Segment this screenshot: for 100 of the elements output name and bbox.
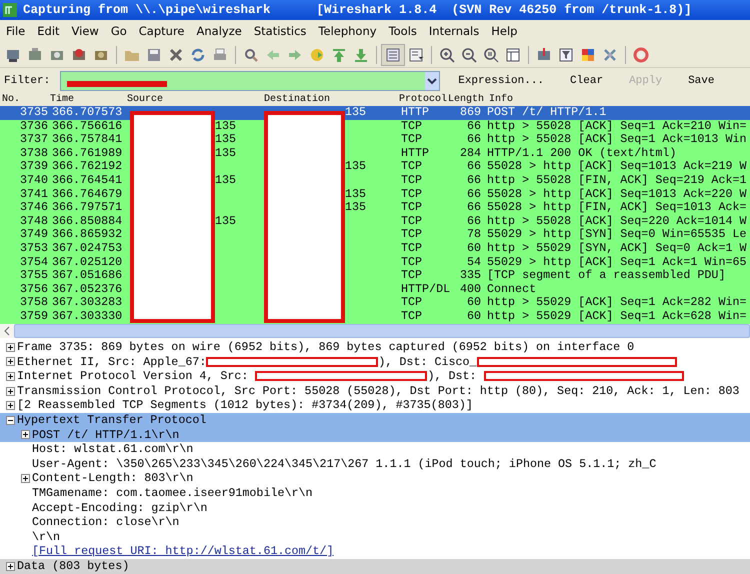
column-header[interactable]: Info: [487, 94, 750, 106]
expand-icon[interactable]: [20, 430, 30, 440]
table-cell-text: TCP: [400, 256, 424, 270]
tree-text: Content-Length: 803\r\n: [32, 471, 194, 486]
expand-icon[interactable]: [6, 342, 14, 352]
table-cell-text: 60: [466, 242, 481, 256]
table-cell-text: 335: [458, 269, 481, 283]
tree-row[interactable]: Content-Length: 803\r\n: [0, 471, 750, 486]
table-cell-text: 366.764679: [51, 188, 124, 202]
tree-row[interactable]: User-Agent: \350\265\233\345\260\224\345\217\267 1.1.1 (iPod touch; iPhone OS 5.1.1; zh_C: [0, 456, 750, 472]
menu-item[interactable]: Internals: [422, 24, 486, 38]
expand-icon[interactable]: [6, 372, 14, 381]
expand-icon[interactable]: [20, 474, 30, 484]
table-cell-text: http > 55029 [ACK] Seq=1 Ack=282 Win=: [486, 296, 748, 310]
menu-item[interactable]: Edit: [31, 24, 66, 38]
dropdown-icon[interactable]: [425, 72, 440, 90]
menu-item[interactable]: Help: [485, 24, 524, 38]
tree-row[interactable]: TMGamename: com.taomee.iseer91mobile\r\n: [0, 486, 750, 501]
tree-row[interactable]: Connection: close\r\n: [0, 515, 750, 530]
table-cell-text: HTTP/DL: [400, 282, 452, 296]
filter-button[interactable]: Save: [680, 75, 722, 87]
tree-text: ), Dst:: [427, 369, 478, 384]
table-cell-text: 55028 > http [ACK] Seq=1013 Ack=219 W: [486, 160, 748, 174]
tree-text: Data (803 bytes): [17, 558, 130, 574]
expand-icon[interactable]: [6, 357, 14, 366]
table-cell-text: 400: [458, 282, 481, 296]
table-cell-text: 66: [466, 120, 481, 134]
table-cell-text: http > 55028 [ACK] Seq=220 Ack=1014 W: [486, 214, 748, 228]
table-cell-text: 55029 > http [ACK] Seq=1 Ack=1 Win=65: [486, 256, 748, 270]
expand-icon[interactable]: [6, 562, 14, 571]
scrollbar-thumb[interactable]: [14, 324, 750, 338]
expand-icon[interactable]: [6, 401, 14, 410]
table-cell-text: 3749: [18, 228, 48, 242]
filter-button[interactable]: Expression...: [450, 75, 552, 87]
tree-text: Frame 3735: 869 bytes on wire (6952 bits), 869 bytes captured (6952 bits) on interface 0: [17, 340, 634, 355]
table-cell-text: 367.052376: [51, 282, 124, 296]
table-cell-text: HTTP: [400, 106, 430, 120]
app-icon: [3, 3, 17, 17]
table-cell: 135: [345, 106, 366, 119]
tree-row[interactable]: Accept-Encoding: gzip\r\n: [0, 500, 750, 516]
column-header[interactable]: Length: [446, 94, 487, 106]
tree-row[interactable]: [2 Reassembled TCP Segments (1012 bytes): #3734(209), #3735(803)]: [0, 398, 750, 413]
request-link[interactable]: [Full request URI: http://wlstat.61.com/t/]: [32, 544, 334, 559]
tree-row[interactable]: \r\n: [0, 530, 750, 544]
expand-icon[interactable]: [6, 386, 14, 396]
table-cell-text: 367.025120: [51, 256, 124, 270]
tree-row[interactable]: Frame 3735: 869 bytes on wire (6952 bits), 869 bytes captured (6952 bits) on interface 0: [0, 340, 750, 355]
tree-row[interactable]: Host: wlstat.61.com\r\n: [0, 442, 750, 457]
tree-text: Ethernet II, Src: Apple_67:: [17, 354, 206, 370]
tree-row[interactable]: POST /t/ HTTP/1.1\r\n: [0, 428, 750, 442]
tree-row[interactable]: Hypertext Transfer Protocol: [0, 412, 750, 428]
table-cell-text: HTTP/1.1 200 OK (text/html): [486, 146, 678, 160]
tree-text: User-Agent: \350\265\233\345\260\224\345\217\267 1.1.1 (iPod touch; iPhone OS 5.1.1; zh_C: [32, 456, 656, 472]
menu-item[interactable]: Statistics: [248, 24, 312, 38]
column-header[interactable]: Protocol: [397, 94, 446, 106]
menu-item[interactable]: Telephony: [312, 24, 383, 38]
table-cell-text: 3746: [18, 201, 48, 215]
tree-row[interactable]: Internet Protocol Version 4, Src: ), Dst:: [0, 369, 750, 384]
column-header[interactable]: Source: [125, 94, 262, 106]
tree-text: ), Dst: Cisco_: [378, 354, 477, 370]
tree-row[interactable]: [Full request URI: http://wlstat.61.com/t/]: [0, 544, 750, 559]
table-cell-text: http > 55028 [ACK] Seq=1 Ack=210 Win=: [486, 120, 748, 134]
menu-item[interactable]: File: [0, 24, 32, 38]
table-cell-text: 366.764541: [51, 174, 124, 188]
list-icon[interactable]: [381, 44, 405, 66]
tree-text: [2 Reassembled TCP Segments (1012 bytes): #3734(209), #3735(803)]: [17, 398, 473, 413]
table-cell-text: Connect: [486, 282, 538, 296]
column-header[interactable]: Destination: [262, 94, 397, 106]
filter-field[interactable]: [60, 71, 440, 91]
menu-item[interactable]: Capture: [132, 24, 191, 38]
tree-row[interactable]: Ethernet II, Src: Apple_67: ), Dst: Cisco_: [0, 354, 750, 370]
table-cell: 135: [215, 118, 236, 133]
table-cell: 135: [345, 159, 366, 174]
table-cell-text: http > 55029 [SYN, ACK] Seq=0 Ack=1 W: [486, 242, 748, 256]
table-cell-text: 78: [466, 228, 481, 242]
menu-item[interactable]: Analyze: [190, 24, 248, 38]
menu-item[interactable]: View: [66, 24, 105, 38]
filter-button[interactable]: Clear: [562, 75, 612, 87]
tree-text: Accept-Encoding: gzip\r\n: [32, 500, 208, 516]
table-cell-text: 3735: [18, 106, 48, 120]
collapse-icon[interactable]: [6, 416, 14, 425]
table-cell-text: TCP: [400, 214, 424, 228]
table-cell-text: HTTP: [400, 146, 430, 160]
column-header[interactable]: No.: [0, 94, 48, 106]
table-cell-text: 55028 > http [ACK] Seq=1013 Ack=220 W: [486, 188, 748, 202]
table-cell-text: 3740: [18, 174, 48, 188]
table-cell-text: 367.303330: [51, 310, 124, 324]
tree-row[interactable]: Data (803 bytes): [0, 558, 750, 574]
table-cell-text: 55029 > http [SYN] Seq=0 Win=65535 Le: [486, 228, 748, 242]
menu-item[interactable]: Tools: [382, 24, 423, 38]
table-cell-text: 3755: [18, 269, 48, 283]
table-cell-text: 66: [466, 201, 481, 215]
table-cell-text: 3758: [18, 296, 48, 310]
table-cell-text: 366.850884: [51, 214, 124, 228]
table-cell-text: 3741: [18, 188, 48, 202]
table-cell-text: TCP: [400, 188, 424, 202]
table-cell-text: 60: [466, 310, 481, 324]
column-header[interactable]: Time: [48, 94, 125, 106]
menu-item[interactable]: Go: [104, 24, 133, 38]
filter-label: Filter:: [4, 75, 50, 87]
